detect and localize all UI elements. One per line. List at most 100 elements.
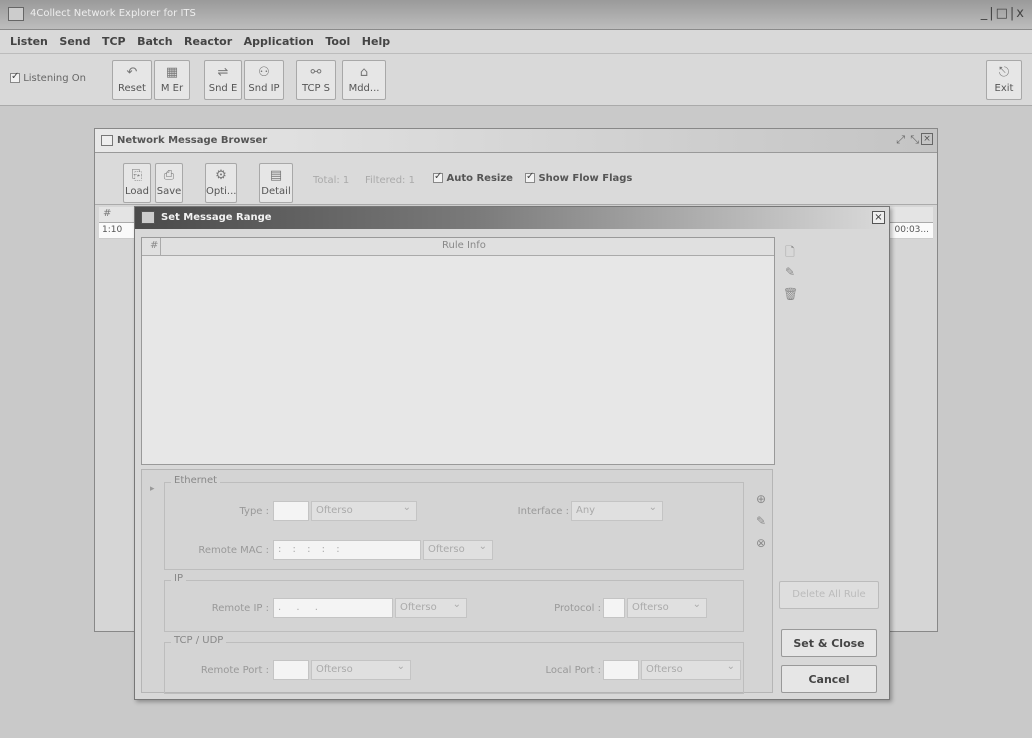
- set-close-button[interactable]: Set & Close: [781, 629, 877, 657]
- menu-tool[interactable]: Tool: [321, 30, 354, 48]
- load-icon: ⎘: [131, 168, 143, 183]
- window-title: 4Collect Network Explorer for ITS: [30, 8, 196, 19]
- window-controls[interactable]: _|□|x: [981, 6, 1026, 21]
- tcp-icon: ⚯: [310, 65, 322, 80]
- reset-label: Reset: [118, 83, 146, 94]
- menu-tcp[interactable]: TCP: [98, 30, 130, 48]
- auto-resize-label: Auto Resize: [446, 173, 513, 184]
- remote-ip-input[interactable]: . . .: [273, 598, 393, 618]
- edit-condition-icon[interactable]: ✎: [754, 514, 768, 528]
- remote-port-label: Remote Port :: [200, 665, 269, 676]
- send-ethernet-button[interactable]: ⇌ Snd E: [204, 60, 242, 100]
- type-select[interactable]: Ofterso: [311, 501, 417, 521]
- tcp-udp-group: TCP / UDP Remote Port : Ofterso Local Po…: [164, 635, 744, 694]
- remote-ip-select[interactable]: Ofterso: [395, 598, 467, 618]
- load-button[interactable]: ⎘ Load: [123, 163, 151, 203]
- save-icon: ⎙: [163, 168, 175, 183]
- reset-button[interactable]: ↶ Reset: [112, 60, 152, 100]
- collapse-icon[interactable]: ▸: [150, 484, 155, 494]
- send-ip-label: Snd IP: [248, 83, 280, 94]
- menu-application[interactable]: Application: [240, 30, 318, 48]
- browser-title-bar: Network Message Browser ⤢ ⤡ ×: [95, 129, 937, 153]
- auto-resize-checkbox[interactable]: [433, 171, 443, 183]
- dialog-title: Set Message Range: [161, 212, 272, 223]
- add-condition-icon[interactable]: ⊕: [754, 492, 768, 506]
- ip-legend: IP: [171, 573, 186, 584]
- browser-frame-icon: [101, 135, 113, 146]
- options-button[interactable]: ⚙ Opti...: [205, 163, 237, 203]
- message-error-button[interactable]: ▦ M Er: [154, 60, 190, 100]
- show-flow-flags-checkbox[interactable]: [525, 171, 535, 183]
- remove-condition-icon[interactable]: ⊗: [754, 536, 768, 550]
- type-label: Type :: [239, 506, 269, 517]
- interface-select[interactable]: Any: [571, 501, 663, 521]
- send-ethernet-label: Snd E: [208, 83, 238, 94]
- rule-form: ▸ Ethernet Type : Ofterso Interface : An…: [141, 469, 773, 694]
- detail-label: Detail: [261, 186, 291, 197]
- show-flow-flags-label: Show Flow Flags: [538, 173, 633, 184]
- type-input[interactable]: [273, 501, 309, 521]
- ip-group: IP Remote IP : . . . Ofterso Protocol : …: [164, 573, 744, 632]
- rule-info-header: Rule Info: [442, 240, 486, 251]
- new-rule-icon[interactable]: 🗋: [783, 243, 797, 259]
- remote-ip-label: Remote IP :: [211, 603, 269, 614]
- browser-title: Network Message Browser: [117, 135, 268, 146]
- remote-port-input[interactable]: [273, 660, 309, 680]
- exit-button[interactable]: ⎋ Exit: [986, 60, 1022, 100]
- save-button[interactable]: ⎙ Save: [155, 163, 183, 203]
- exit-label: Exit: [994, 83, 1014, 94]
- delete-all-rule-button[interactable]: Delete All Rule: [779, 581, 879, 609]
- reset-icon: ↶: [126, 65, 138, 80]
- rule-hash-header: #: [150, 240, 159, 251]
- delete-rule-icon[interactable]: 🗑: [783, 287, 798, 301]
- send-ip-button[interactable]: ⚇ Snd IP: [244, 60, 284, 100]
- maximize-icon[interactable]: ⤡: [910, 133, 919, 147]
- grid-icon: ▦: [165, 65, 179, 80]
- cancel-button[interactable]: Cancel: [781, 665, 877, 693]
- protocol-label: Protocol :: [554, 603, 601, 614]
- tcp-send-button[interactable]: ⚯ TCP S: [296, 60, 336, 100]
- message-error-label: M Er: [160, 83, 184, 94]
- show-flow-flags-toggle[interactable]: Show Flow Flags: [525, 171, 633, 184]
- exit-icon: ⎋: [998, 65, 1010, 80]
- total-count: Total: 1: [313, 175, 350, 186]
- remote-mac-select[interactable]: Ofterso: [423, 540, 493, 560]
- tcp-send-label: TCP S: [301, 83, 331, 94]
- remote-port-select[interactable]: Ofterso: [311, 660, 411, 680]
- menu-reactor[interactable]: Reactor: [180, 30, 236, 48]
- modem-button[interactable]: ⌂ Mdd...: [342, 60, 386, 100]
- row-time: 00:03...: [894, 225, 929, 235]
- app-icon: [8, 7, 24, 21]
- dialog-close-icon[interactable]: ×: [872, 211, 885, 224]
- options-icon: ⚙: [215, 168, 227, 183]
- detail-icon: ▤: [269, 168, 283, 183]
- dialog-title-bar: Set Message Range ×: [135, 207, 889, 229]
- detail-button[interactable]: ▤ Detail: [259, 163, 293, 203]
- set-message-range-dialog: Set Message Range × # Rule Info 🗋 ✎ 🗑 ▸ …: [134, 206, 890, 700]
- ethernet-group: Ethernet Type : Ofterso Interface : Any …: [164, 475, 744, 570]
- rule-table-header: # Rule Info: [142, 238, 774, 256]
- remote-mac-input[interactable]: : : : : :: [273, 540, 421, 560]
- auto-resize-toggle[interactable]: Auto Resize: [433, 171, 513, 184]
- ethernet-legend: Ethernet: [171, 475, 221, 486]
- modem-icon: ⌂: [359, 65, 369, 80]
- protocol-select[interactable]: Ofterso: [627, 598, 707, 618]
- local-port-input[interactable]: [603, 660, 639, 680]
- close-icon[interactable]: ×: [921, 133, 933, 145]
- menu-batch[interactable]: Batch: [133, 30, 176, 48]
- local-port-label: Local Port :: [545, 665, 601, 676]
- local-port-select[interactable]: Ofterso: [641, 660, 741, 680]
- menu-send[interactable]: Send: [55, 30, 94, 48]
- send-ip-icon: ⚇: [258, 65, 270, 80]
- listening-checkbox[interactable]: [10, 71, 20, 83]
- modem-label: Mdd...: [348, 83, 380, 94]
- protocol-input[interactable]: [603, 598, 625, 618]
- edit-rule-icon[interactable]: ✎: [783, 265, 797, 279]
- dialog-icon: [141, 211, 155, 224]
- menu-help[interactable]: Help: [358, 30, 394, 48]
- interface-label: Interface :: [517, 506, 569, 517]
- menu-listen[interactable]: Listen: [6, 30, 52, 48]
- filtered-count: Filtered: 1: [365, 175, 415, 186]
- minimize-icon[interactable]: ⤢: [896, 133, 905, 147]
- listening-toggle[interactable]: Listening On: [10, 71, 86, 84]
